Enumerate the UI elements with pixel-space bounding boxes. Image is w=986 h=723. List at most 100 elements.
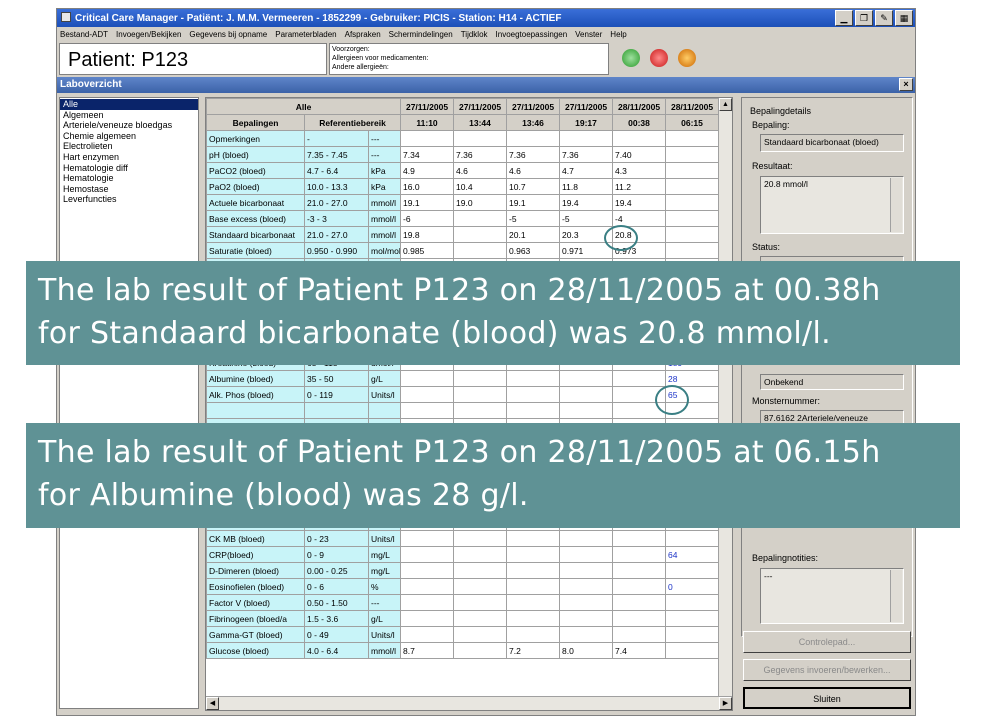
category-item[interactable]: Hematologie diff [60,163,198,174]
value-cell[interactable] [453,562,508,579]
edit-icon[interactable]: ✎ [875,10,893,26]
value-cell[interactable] [453,242,508,259]
table-row[interactable]: PaO2 (bloed) 10.0 - 13.3 kPa 16.0 10.4 10.7 11… [206,178,720,195]
value-cell[interactable] [506,130,561,147]
value-cell[interactable] [453,130,508,147]
value-cell[interactable]: 7.34 [400,146,455,163]
menu-item[interactable]: Bestand-ADT [60,30,108,39]
value-cell[interactable] [559,402,614,419]
value-cell[interactable] [612,530,667,547]
value-cell[interactable] [665,242,720,259]
value-cell[interactable] [400,546,455,563]
sluiten-button[interactable]: Sluiten [743,687,911,709]
value-cell[interactable] [665,610,720,627]
value-cell[interactable] [665,530,720,547]
value-cell[interactable] [400,562,455,579]
value-cell[interactable]: 7.2 [506,642,561,659]
value-cell[interactable] [665,146,720,163]
value-cell[interactable]: 19.8 [400,226,455,243]
value-cell[interactable] [506,626,561,643]
value-cell[interactable] [453,626,508,643]
value-cell[interactable] [453,530,508,547]
value-cell[interactable] [612,546,667,563]
table-row[interactable]: Opmerkingen - --- [206,130,720,147]
menu-item[interactable]: Parameterbladen [275,30,336,39]
notities-scrollbar[interactable] [890,570,902,622]
value-cell[interactable] [506,386,561,403]
category-item[interactable]: Electrolieten [60,141,198,152]
value-cell[interactable] [612,370,667,387]
time-header[interactable]: 11:10 [400,114,455,131]
value-cell[interactable] [506,610,561,627]
value-cell[interactable] [453,610,508,627]
value-cell[interactable] [453,642,508,659]
time-header[interactable]: 00:38 [612,114,667,131]
category-item[interactable]: Arteriele/veneuze bloedgas [60,120,198,131]
value-cell[interactable] [559,546,614,563]
menu-item[interactable]: Invoegtoepassingen [496,30,568,39]
date-header[interactable]: 27/11/2005 [506,98,561,115]
value-cell[interactable]: 8.0 [559,642,614,659]
table-row[interactable]: Albumine (bloed) 35 - 50 g/L 28 [206,370,720,387]
menu-item[interactable]: Afspraken [345,30,381,39]
table-row[interactable]: Base excess (bloed) -3 - 3 mmol/l -6 -5 -5 -4 [206,210,720,227]
vertical-scrollbar[interactable]: ▲ [718,98,732,698]
scroll-right-icon[interactable]: ▶ [719,697,732,710]
value-cell[interactable]: 16.0 [400,178,455,195]
date-header[interactable]: 27/11/2005 [400,98,455,115]
date-header[interactable]: 28/11/2005 [612,98,667,115]
table-row[interactable]: pH (bloed) 7.35 - 7.45 --- 7.34 7.36 7.36 7.36… [206,146,720,163]
value-cell[interactable]: 11.8 [559,178,614,195]
table-row[interactable]: CK MB (bloed) 0 - 23 Units/l [206,530,720,547]
value-cell[interactable] [559,626,614,643]
value-cell[interactable]: 7.36 [453,146,508,163]
table-row[interactable]: Saturatie (bloed) 0.950 - 0.990 mol/mol 0.9… [206,242,720,259]
value-cell[interactable] [453,210,508,227]
table-row[interactable]: Standaard bicarbonaat 21.0 - 27.0 mmol/l 19… [206,226,720,243]
value-cell[interactable]: 4.7 [559,162,614,179]
value-cell[interactable] [665,226,720,243]
value-cell[interactable] [453,386,508,403]
value-cell[interactable]: 0 [665,578,720,595]
time-header[interactable]: 13:44 [453,114,508,131]
value-cell[interactable]: 7.36 [559,146,614,163]
time-header[interactable]: 13:46 [506,114,561,131]
value-cell[interactable]: 7.4 [612,642,667,659]
calculator-icon[interactable]: ▦ [895,10,913,26]
table-row[interactable]: Actuele bicarbonaat 21.0 - 27.0 mmol/l 19.1… [206,194,720,211]
menu-item[interactable]: Gegevens bij opname [189,30,267,39]
value-cell[interactable] [612,610,667,627]
value-cell[interactable] [559,610,614,627]
orange-warning-icon[interactable] [678,49,696,67]
value-cell[interactable] [400,402,455,419]
value-cell[interactable] [665,130,720,147]
value-cell[interactable]: 19.4 [559,194,614,211]
value-cell[interactable] [612,594,667,611]
value-cell[interactable] [506,578,561,595]
value-cell[interactable]: 20.1 [506,226,561,243]
table-row[interactable]: Glucose (bloed) 4.0 - 6.4 mmol/l 8.7 7.2 8.0 7… [206,642,720,659]
table-row[interactable]: Eosinofielen (bloed) 0 - 6% 0 [206,578,720,595]
value-cell[interactable] [612,626,667,643]
value-cell[interactable] [506,370,561,387]
resultaat-scrollbar[interactable] [890,178,902,232]
value-cell[interactable] [665,642,720,659]
category-item[interactable]: Alle [60,99,198,110]
value-cell[interactable] [400,610,455,627]
value-cell[interactable]: 7.40 [612,146,667,163]
value-cell[interactable] [665,178,720,195]
category-list[interactable]: Alle Algemeen Arteriele/veneuze bloedgas Ch… [59,97,199,709]
value-cell[interactable] [559,578,614,595]
date-header[interactable]: 28/11/2005 [665,98,720,115]
value-cell[interactable] [400,370,455,387]
menu-item[interactable]: Venster [575,30,602,39]
value-cell[interactable] [665,626,720,643]
value-cell[interactable] [453,370,508,387]
horizontal-scrollbar[interactable]: ◀ ▶ [206,696,732,710]
value-cell[interactable] [453,226,508,243]
category-item[interactable]: Algemeen [60,110,198,121]
value-cell[interactable] [506,546,561,563]
value-cell[interactable] [665,162,720,179]
value-cell[interactable] [559,530,614,547]
close-icon[interactable]: × [899,78,913,91]
